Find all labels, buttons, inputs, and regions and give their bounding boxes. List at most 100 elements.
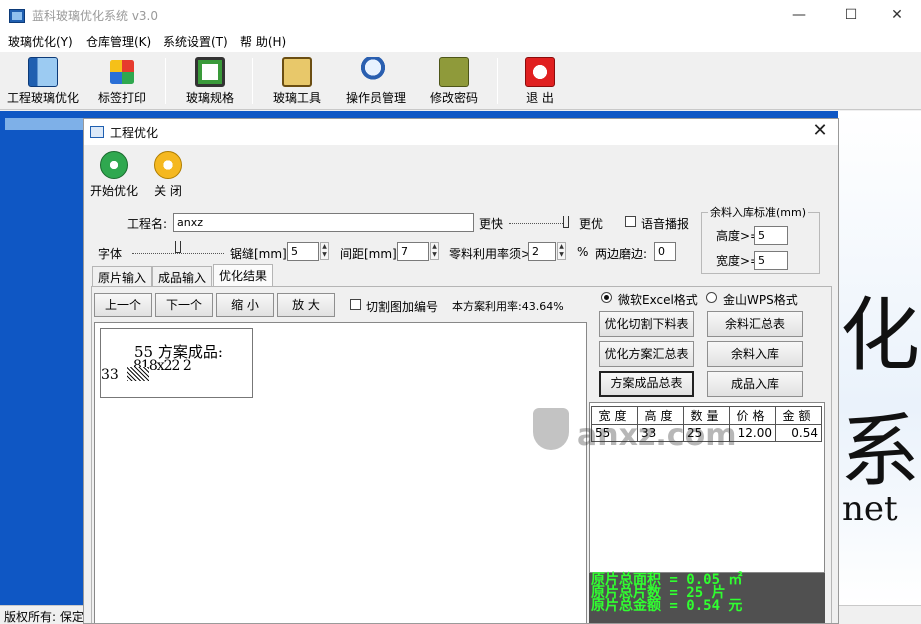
brand-banner: 化系 net — [838, 111, 921, 605]
menu-bar: 玻璃优化(Y) 仓库管理(K) 系统设置(T) 帮 助(H) — [0, 31, 921, 52]
plan-summary-button[interactable]: 优化方案汇总表 — [599, 341, 694, 367]
cutting-preview-area[interactable]: 55 方案成品: 818x22 2 33 — [94, 322, 587, 623]
app-logo-icon — [9, 9, 25, 23]
edge-grind-input[interactable] — [654, 242, 676, 261]
preview-hatch-pattern — [127, 367, 149, 381]
cut-number-checkbox[interactable] — [350, 299, 361, 310]
toolbar-label: 退 出 — [526, 91, 554, 105]
kerf-spinner[interactable]: ▲ ▼ — [320, 242, 329, 260]
exit-icon — [525, 57, 555, 87]
toolbar-operator-button[interactable]: 操作员管理 — [340, 54, 412, 108]
toolbar-glass-optimize-button[interactable]: 工程玻璃优化 — [3, 54, 83, 108]
font-size-label: 字体 — [98, 247, 123, 261]
key-icon — [439, 57, 469, 87]
watermark-text: anxz.com — [577, 418, 737, 453]
tab-product-input[interactable]: 成品输入 — [152, 266, 213, 286]
usage-threshold-spinner[interactable]: ▲ ▼ — [557, 242, 566, 260]
power-icon — [154, 151, 182, 179]
dialog-close-button[interactable]: ✕ — [808, 120, 832, 141]
toolbar-label: 玻璃规格 — [185, 91, 234, 105]
menu-help[interactable]: 帮 助(H) — [240, 33, 286, 50]
voice-checkbox[interactable] — [625, 216, 636, 227]
gap-spinner[interactable]: ▲ ▼ — [430, 242, 439, 260]
gap-input[interactable] — [397, 242, 429, 261]
toolbar-label: 工程玻璃优化 — [6, 91, 79, 105]
usage-threshold-input[interactable] — [528, 242, 556, 261]
kerf-label: 锯缝[mm]: — [230, 247, 291, 261]
usage-rate-text: 本方案利用率:43.64% — [452, 300, 564, 313]
cutting-layout-card[interactable]: 55 方案成品: 818x22 2 33 — [100, 328, 253, 398]
toolbar-separator — [165, 58, 166, 104]
toolbar-label-print-button[interactable]: 标签打印 — [90, 54, 154, 108]
remnant-group-title: 余料入库标准(mm) — [708, 204, 809, 220]
optimize-dialog: 工程优化 ✕ 开始优化 关 闭 工程名: 更快 更优 语音播报 字体 锯缝[mm… — [83, 118, 839, 624]
close-dialog-button[interactable]: 关 闭 — [150, 151, 186, 199]
usage-percent-label: % — [577, 245, 589, 259]
wps-format-radio[interactable] — [706, 292, 717, 303]
toolbar-glass-spec-button[interactable]: 玻璃规格 — [178, 54, 242, 108]
status-text: 版权所有: 保定 — [4, 610, 84, 624]
raw-sheet-summary-panel: 原片总面积 = 0.05 ㎡ 原片总片数 = 25 片 原片总金额 = 0.54… — [589, 573, 825, 623]
zoom-out-button[interactable]: 缩 小 — [216, 293, 274, 317]
remnant-width-input[interactable] — [754, 251, 788, 270]
preview-height-text: 33 — [101, 367, 119, 383]
usage-threshold-label: 零料利用率须> — [449, 247, 532, 261]
minimize-button[interactable]: — — [776, 0, 822, 31]
toolbar-separator — [497, 58, 498, 104]
remnant-standard-group: 余料入库标准(mm) 高度>= 宽度>= — [701, 204, 820, 274]
speed-slider[interactable] — [509, 223, 569, 226]
toolbar-glass-tool-button[interactable]: 玻璃工具 — [265, 54, 329, 108]
operator-icon — [361, 57, 391, 87]
glass-spec-icon — [195, 57, 225, 87]
cut-list-report-button[interactable]: 优化切割下料表 — [599, 311, 694, 337]
menu-glass-optimize[interactable]: 玻璃优化(Y) — [8, 33, 73, 50]
summary-total-amount: 原片总金额 = 0.54 元 — [591, 598, 743, 614]
remnant-store-button[interactable]: 余料入库 — [707, 341, 803, 367]
font-size-slider-thumb[interactable] — [175, 241, 181, 253]
menu-settings[interactable]: 系统设置(T) — [163, 33, 228, 50]
product-store-button[interactable]: 成品入库 — [707, 371, 803, 397]
menu-warehouse[interactable]: 仓库管理(K) — [86, 33, 151, 50]
zoom-in-button[interactable]: 放 大 — [277, 293, 335, 317]
toolbar-label: 玻璃工具 — [272, 91, 321, 105]
wps-format-label: 金山WPS格式 — [723, 293, 798, 307]
toolbar-change-password-button[interactable]: 修改密码 — [422, 54, 486, 108]
remnant-height-input[interactable] — [754, 226, 788, 245]
product-summary-button[interactable]: 方案成品总表 — [599, 371, 694, 397]
glass-panel-icon — [28, 57, 58, 87]
next-button[interactable]: 下一个 — [155, 293, 213, 317]
glass-tool-icon — [282, 57, 312, 87]
speed-fast-label: 更快 — [479, 217, 504, 231]
maximize-button[interactable]: ☐ — [828, 0, 874, 31]
toolbar-label: 修改密码 — [429, 91, 478, 105]
excel-format-label: 微软Excel格式 — [618, 293, 698, 307]
dialog-window-icon — [90, 126, 104, 138]
speed-slider-thumb[interactable] — [563, 216, 569, 228]
app-title: 蓝科玻璃优化系统 v3.0 — [32, 9, 159, 23]
start-optimize-button[interactable]: 开始优化 — [88, 151, 140, 199]
edge-grind-label: 两边磨边: — [595, 247, 648, 261]
remnant-summary-button[interactable]: 余料汇总表 — [707, 311, 803, 337]
tab-optimize-result[interactable]: 优化结果 — [213, 264, 274, 287]
kerf-input[interactable] — [287, 242, 319, 261]
dialog-title-bar: 工程优化 ✕ — [84, 119, 838, 145]
project-name-label: 工程名: — [127, 217, 168, 231]
toolbar-label: 操作员管理 — [345, 91, 406, 105]
close-dialog-label: 关 闭 — [154, 184, 182, 198]
tab-raw-sheet-input[interactable]: 原片输入 — [92, 266, 153, 286]
excel-format-radio[interactable] — [601, 292, 612, 303]
start-optimize-label: 开始优化 — [89, 184, 138, 198]
previous-button[interactable]: 上一个 — [94, 293, 152, 317]
toolbar-exit-button[interactable]: 退 出 — [510, 54, 570, 108]
close-button[interactable]: ✕ — [874, 0, 920, 31]
font-size-slider[interactable] — [132, 253, 224, 256]
label-print-icon — [110, 60, 134, 84]
project-name-input[interactable] — [173, 213, 474, 232]
toolbar-label: 标签打印 — [97, 91, 146, 105]
column-header-amount[interactable]: 金额 — [775, 406, 822, 425]
gap-label: 间距[mm]: — [340, 247, 401, 261]
main-title-bar: 蓝科玻璃优化系统 v3.0 — ☐ ✕ — [0, 0, 921, 31]
voice-label: 语音播报 — [641, 217, 690, 231]
cut-number-label: 切割图加编号 — [366, 300, 439, 314]
cell-amount: 0.54 — [775, 424, 822, 442]
